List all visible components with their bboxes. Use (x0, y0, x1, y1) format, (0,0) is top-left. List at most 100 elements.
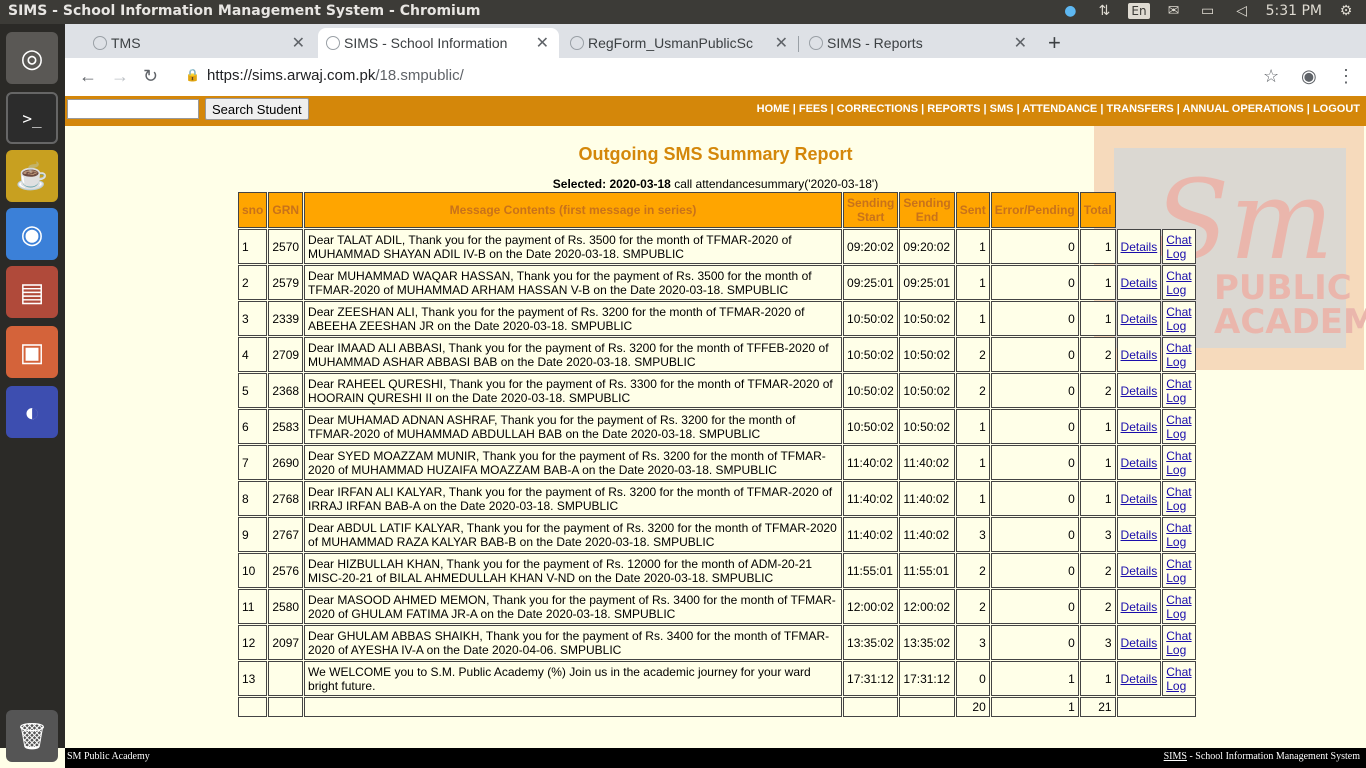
nav-corrections[interactable]: CORRECTIONS (837, 103, 918, 115)
trash-icon[interactable]: 🗑 (6, 710, 58, 762)
network-transfer-icon[interactable]: ⇅ (1094, 2, 1114, 20)
details-link[interactable]: Details (1121, 636, 1158, 650)
nav-home[interactable]: HOME (757, 103, 790, 115)
dolphin-app-icon[interactable]: ◐ (6, 386, 58, 438)
details-link[interactable]: Details (1121, 672, 1158, 686)
chat-log-link[interactable]: Chat Log (1166, 233, 1191, 261)
tab-sims-reports[interactable]: SIMS - Reports ✕ (801, 28, 1037, 58)
chat-log-link[interactable]: Chat Log (1166, 593, 1191, 621)
cell-error-pending: 0 (990, 373, 1079, 408)
cell-sent: 1 (955, 229, 990, 264)
cell-chat-log: Chat Log (1162, 517, 1196, 552)
cell-sno: 8 (238, 481, 268, 516)
new-tab-icon[interactable]: + (1048, 30, 1061, 56)
cell-grn: 2339 (268, 301, 304, 336)
teapot-app-icon[interactable]: ☕ (6, 150, 58, 202)
cell-total: 2 (1079, 589, 1116, 624)
details-link[interactable]: Details (1121, 312, 1158, 326)
chat-log-link[interactable]: Chat Log (1166, 629, 1191, 657)
cell-grn: 2570 (268, 229, 304, 264)
close-tab-icon[interactable]: ✕ (292, 33, 305, 53)
tab-sims-school-information[interactable]: SIMS - School Information ✕ (318, 28, 559, 58)
battery-icon[interactable]: ▭ (1198, 2, 1218, 20)
cell-sending-start: 10:50:02 (843, 337, 899, 372)
skype-icon[interactable]: ● (1060, 2, 1080, 20)
details-link[interactable]: Details (1121, 420, 1158, 434)
cell-details: Details (1116, 589, 1162, 624)
cell-details: Details (1116, 265, 1162, 300)
profile-avatar-icon[interactable]: ◉ (1301, 66, 1317, 87)
chat-log-link[interactable]: Chat Log (1166, 413, 1191, 441)
details-link[interactable]: Details (1121, 528, 1158, 542)
nav-transfers[interactable]: TRANSFERS (1106, 103, 1173, 115)
chat-log-link[interactable]: Chat Log (1166, 521, 1191, 549)
cell-sent: 2 (955, 553, 990, 588)
cell-error-pending: 0 (990, 517, 1079, 552)
details-link[interactable]: Details (1121, 492, 1158, 506)
file-manager-icon[interactable]: ▤ (6, 266, 58, 318)
details-link[interactable]: Details (1121, 276, 1158, 290)
forward-arrow-icon[interactable]: → (111, 66, 129, 87)
details-link[interactable]: Details (1121, 384, 1158, 398)
close-tab-icon[interactable]: ✕ (775, 33, 788, 53)
cell-details: Details (1116, 409, 1162, 444)
details-link[interactable]: Details (1121, 240, 1158, 254)
cell-sent: 3 (955, 517, 990, 552)
chat-log-link[interactable]: Chat Log (1166, 485, 1191, 513)
col-grn: GRN (268, 192, 304, 228)
volume-muted-icon[interactable]: ◁ (1232, 2, 1252, 20)
chat-log-link[interactable]: Chat Log (1166, 449, 1191, 477)
system-tray: ● ⇅ En ✉ ▭ ◁ 5:31 PM ⚙ (1060, 2, 1356, 20)
chat-log-link[interactable]: Chat Log (1166, 377, 1191, 405)
cell-sending-start: 09:25:01 (843, 265, 899, 300)
chat-log-link[interactable]: Chat Log (1166, 341, 1191, 369)
cell-total: 2 (1079, 553, 1116, 588)
chat-log-link[interactable]: Chat Log (1166, 557, 1191, 585)
details-link[interactable]: Details (1121, 564, 1158, 578)
chat-log-link[interactable]: Chat Log (1166, 269, 1191, 297)
search-student-input[interactable] (67, 99, 199, 119)
back-arrow-icon[interactable]: ← (79, 66, 97, 87)
search-student-button[interactable]: Search Student (205, 98, 309, 120)
cell-sending-end: 10:50:02 (899, 337, 955, 372)
footer-sims-link[interactable]: SIMS (1164, 751, 1187, 762)
cell-chat-log: Chat Log (1162, 553, 1196, 588)
cell-details: Details (1116, 229, 1162, 264)
details-link[interactable]: Details (1121, 348, 1158, 362)
cell-blank (238, 697, 268, 717)
software-archive-icon[interactable]: ▣ (6, 326, 58, 378)
bookmark-star-icon[interactable]: ☆ (1263, 66, 1279, 87)
chat-log-link[interactable]: Chat Log (1166, 665, 1191, 693)
tab-regform[interactable]: RegForm_UsmanPublicSc ✕ (562, 28, 798, 58)
cell-grn: 2690 (268, 445, 304, 480)
reload-icon[interactable]: ↻ (143, 66, 158, 87)
nav-attendance[interactable]: ATTENDANCE (1022, 103, 1097, 115)
address-bar[interactable]: https://sims.arwaj.com.pk/18.smpublic/ (207, 67, 464, 84)
table-row: 8 2768 Dear IRFAN ALI KALYAR, Thank you fo… (238, 481, 1196, 516)
nav-reports[interactable]: REPORTS (927, 103, 980, 115)
ubuntu-dash-icon[interactable]: ◎ (6, 32, 58, 84)
nav-fees[interactable]: FEES (799, 103, 828, 115)
nav-sms[interactable]: SMS (990, 103, 1014, 115)
chat-log-link[interactable]: Chat Log (1166, 305, 1191, 333)
lock-icon[interactable]: 🔒 (185, 68, 200, 82)
menu-kebab-icon[interactable]: ⋮ (1337, 66, 1355, 87)
details-link[interactable]: Details (1121, 600, 1158, 614)
cell-details: Details (1116, 553, 1162, 588)
clock[interactable]: 5:31 PM (1266, 3, 1322, 19)
terminal-icon[interactable]: >_ (6, 92, 58, 144)
nav-logout[interactable]: LOGOUT (1313, 103, 1360, 115)
details-link[interactable]: Details (1121, 456, 1158, 470)
cell-chat-log: Chat Log (1162, 409, 1196, 444)
cell-sent: 2 (955, 589, 990, 624)
nav-annual-operations[interactable]: ANNUAL OPERATIONS (1183, 103, 1304, 115)
close-tab-icon[interactable]: ✕ (536, 33, 549, 53)
tab-tms[interactable]: TMS ✕ (85, 28, 315, 58)
close-tab-icon[interactable]: ✕ (1014, 33, 1027, 53)
cell-sending-start: 10:50:02 (843, 301, 899, 336)
chromium-icon[interactable]: ◉ (6, 208, 58, 260)
cell-total: 2 (1079, 337, 1116, 372)
keyboard-layout-indicator[interactable]: En (1128, 3, 1150, 19)
settings-gear-icon[interactable]: ⚙ (1336, 2, 1356, 20)
mail-icon[interactable]: ✉ (1164, 2, 1184, 20)
